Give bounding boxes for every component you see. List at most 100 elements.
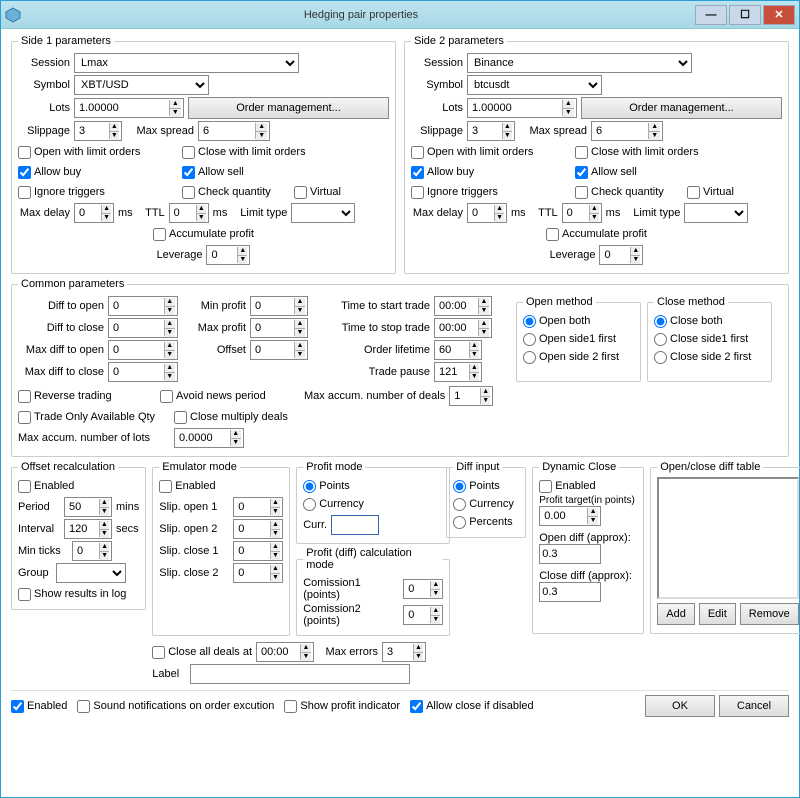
profit-currency-radio[interactable]: Currency [303, 495, 443, 513]
close-side1-radio[interactable]: Close side1 first [654, 330, 765, 348]
side1-accum-profit-check[interactable]: Accumulate profit [153, 225, 254, 243]
trade-only-check[interactable]: Trade Only Available Qty [18, 408, 170, 426]
max-diff-open-input[interactable]: ▲▼ [108, 340, 178, 360]
diff-currency-radio[interactable]: Currency [453, 495, 519, 513]
min-profit-input[interactable]: ▲▼ [250, 296, 308, 316]
side2-ignore-triggers-check[interactable]: Ignore triggers [411, 183, 571, 201]
side1-order-mgmt-button[interactable]: Order management... [188, 97, 389, 119]
side2-session-select[interactable]: Binance [467, 53, 692, 73]
open-diff-value [539, 544, 601, 564]
slip-open1-input[interactable]: ▲▼ [233, 497, 283, 517]
show-results-check[interactable]: Show results in log [18, 585, 139, 603]
time-start-input[interactable]: ▲▼ [434, 296, 492, 316]
side2-allow-sell-check[interactable]: Allow sell [575, 163, 637, 181]
slip-close2-input[interactable]: ▲▼ [233, 563, 283, 583]
show-profit-check[interactable]: Show profit indicator [284, 697, 400, 715]
trade-pause-input[interactable]: ▲▼ [434, 362, 482, 382]
oc-table-list[interactable] [657, 477, 799, 599]
profit-points-radio[interactable]: Points [303, 477, 443, 495]
side1-ttl-input[interactable]: ▲▼ [169, 203, 209, 223]
max-profit-input[interactable]: ▲▼ [250, 318, 308, 338]
cancel-button[interactable]: Cancel [719, 695, 789, 717]
close-all-deals-check[interactable]: Close all deals at [152, 643, 252, 661]
max-deals-input[interactable]: ▲▼ [449, 386, 493, 406]
side1-ignore-triggers-check[interactable]: Ignore triggers [18, 183, 178, 201]
side2-slippage-input[interactable]: ▲▼ [467, 121, 515, 141]
side1-slippage-input[interactable]: ▲▼ [74, 121, 122, 141]
comission1-input[interactable]: ▲▼ [403, 579, 443, 599]
side1-lots-input[interactable]: ▲▼ [74, 98, 184, 118]
open-side1-radio[interactable]: Open side1 first [523, 330, 634, 348]
close-side2-radio[interactable]: Close side 2 first [654, 348, 765, 366]
side2-open-limit-check[interactable]: Open with limit orders [411, 143, 571, 161]
edit-button[interactable]: Edit [699, 603, 736, 625]
label-input[interactable] [190, 664, 410, 684]
avoid-news-check[interactable]: Avoid news period [160, 387, 300, 405]
offset-input[interactable]: ▲▼ [250, 340, 308, 360]
side2-lots-input[interactable]: ▲▼ [467, 98, 577, 118]
side2-accum-profit-check[interactable]: Accumulate profit [546, 225, 647, 243]
side1-allow-buy-check[interactable]: Allow buy [18, 163, 178, 181]
side2-close-limit-check[interactable]: Close with limit orders [575, 143, 699, 161]
close-all-time-input[interactable]: ▲▼ [256, 642, 314, 662]
time-stop-input[interactable]: ▲▼ [434, 318, 492, 338]
diff-close-input[interactable]: ▲▼ [108, 318, 178, 338]
side1-allow-sell-check[interactable]: Allow sell [182, 163, 244, 181]
profit-target-input[interactable]: ▲▼ [539, 506, 601, 526]
side1-check-qty-check[interactable]: Check quantity [182, 183, 290, 201]
side2-check-qty-check[interactable]: Check quantity [575, 183, 683, 201]
diff-points-radio[interactable]: Points [453, 477, 519, 495]
close-both-radio[interactable]: Close both [654, 312, 765, 330]
slip-open2-input[interactable]: ▲▼ [233, 519, 283, 539]
close-multiply-check[interactable]: Close multiply deals [174, 408, 288, 426]
minimize-button[interactable]: — [695, 5, 727, 25]
offset-interval-input[interactable]: ▲▼ [64, 519, 112, 539]
side2-order-mgmt-button[interactable]: Order management... [581, 97, 782, 119]
side2-leverage-input[interactable]: ▲▼ [599, 245, 643, 265]
offset-period-input[interactable]: ▲▼ [64, 497, 112, 517]
remove-button[interactable]: Remove [740, 603, 799, 625]
side1-close-limit-check[interactable]: Close with limit orders [182, 143, 306, 161]
side1-leverage-input[interactable]: ▲▼ [206, 245, 250, 265]
side1-session-select[interactable]: Lmax [74, 53, 299, 73]
close-button[interactable]: ✕ [763, 5, 795, 25]
emulator-enabled-check[interactable]: Enabled [159, 477, 283, 495]
side2-maxspread-input[interactable]: ▲▼ [591, 121, 663, 141]
currency-input[interactable] [331, 515, 379, 535]
side1-virtual-check[interactable]: Virtual [294, 183, 341, 201]
open-side2-radio[interactable]: Open side 2 first [523, 348, 634, 366]
max-diff-close-input[interactable]: ▲▼ [108, 362, 178, 382]
open-both-radio[interactable]: Open both [523, 312, 634, 330]
order-lifetime-input[interactable]: ▲▼ [434, 340, 482, 360]
side2-ttl-input[interactable]: ▲▼ [562, 203, 602, 223]
max-lots-input[interactable]: ▲▼ [174, 428, 244, 448]
offset-enabled-check[interactable]: Enabled [18, 477, 139, 495]
maximize-button[interactable]: ☐ [729, 5, 761, 25]
enabled-check[interactable]: Enabled [11, 697, 67, 715]
side2-allow-buy-check[interactable]: Allow buy [411, 163, 571, 181]
sound-check[interactable]: Sound notifications on order excution [77, 697, 274, 715]
comission2-input[interactable]: ▲▼ [403, 605, 443, 625]
reverse-trading-check[interactable]: Reverse trading [18, 387, 156, 405]
add-button[interactable]: Add [657, 603, 695, 625]
allow-close-check[interactable]: Allow close if disabled [410, 697, 534, 715]
slip-close1-input[interactable]: ▲▼ [233, 541, 283, 561]
side1-open-limit-check[interactable]: Open with limit orders [18, 143, 178, 161]
side1-limittype-select[interactable] [291, 203, 355, 223]
side1-maxspread-input[interactable]: ▲▼ [198, 121, 270, 141]
max-errors-input[interactable]: ▲▼ [382, 642, 426, 662]
diff-open-input[interactable]: ▲▼ [108, 296, 178, 316]
profit-calc-panel: Profit (diff) calculation mode Comission… [296, 547, 450, 636]
side2-limittype-select[interactable] [684, 203, 748, 223]
side2-virtual-check[interactable]: Virtual [687, 183, 734, 201]
offset-group-select[interactable] [56, 563, 126, 583]
ok-button[interactable]: OK [645, 695, 715, 717]
diff-percents-radio[interactable]: Percents [453, 513, 519, 531]
side2-maxdelay-input[interactable]: ▲▼ [467, 203, 507, 223]
side2-symbol-select[interactable]: btcusdt [467, 75, 602, 95]
side1-symbol-select[interactable]: XBT/USD [74, 75, 209, 95]
offset-minticks-input[interactable]: ▲▼ [72, 541, 112, 561]
dynamic-enabled-check[interactable]: Enabled [539, 477, 637, 495]
side1-maxdelay-input[interactable]: ▲▼ [74, 203, 114, 223]
side1-symbol-label: Symbol [18, 79, 70, 91]
